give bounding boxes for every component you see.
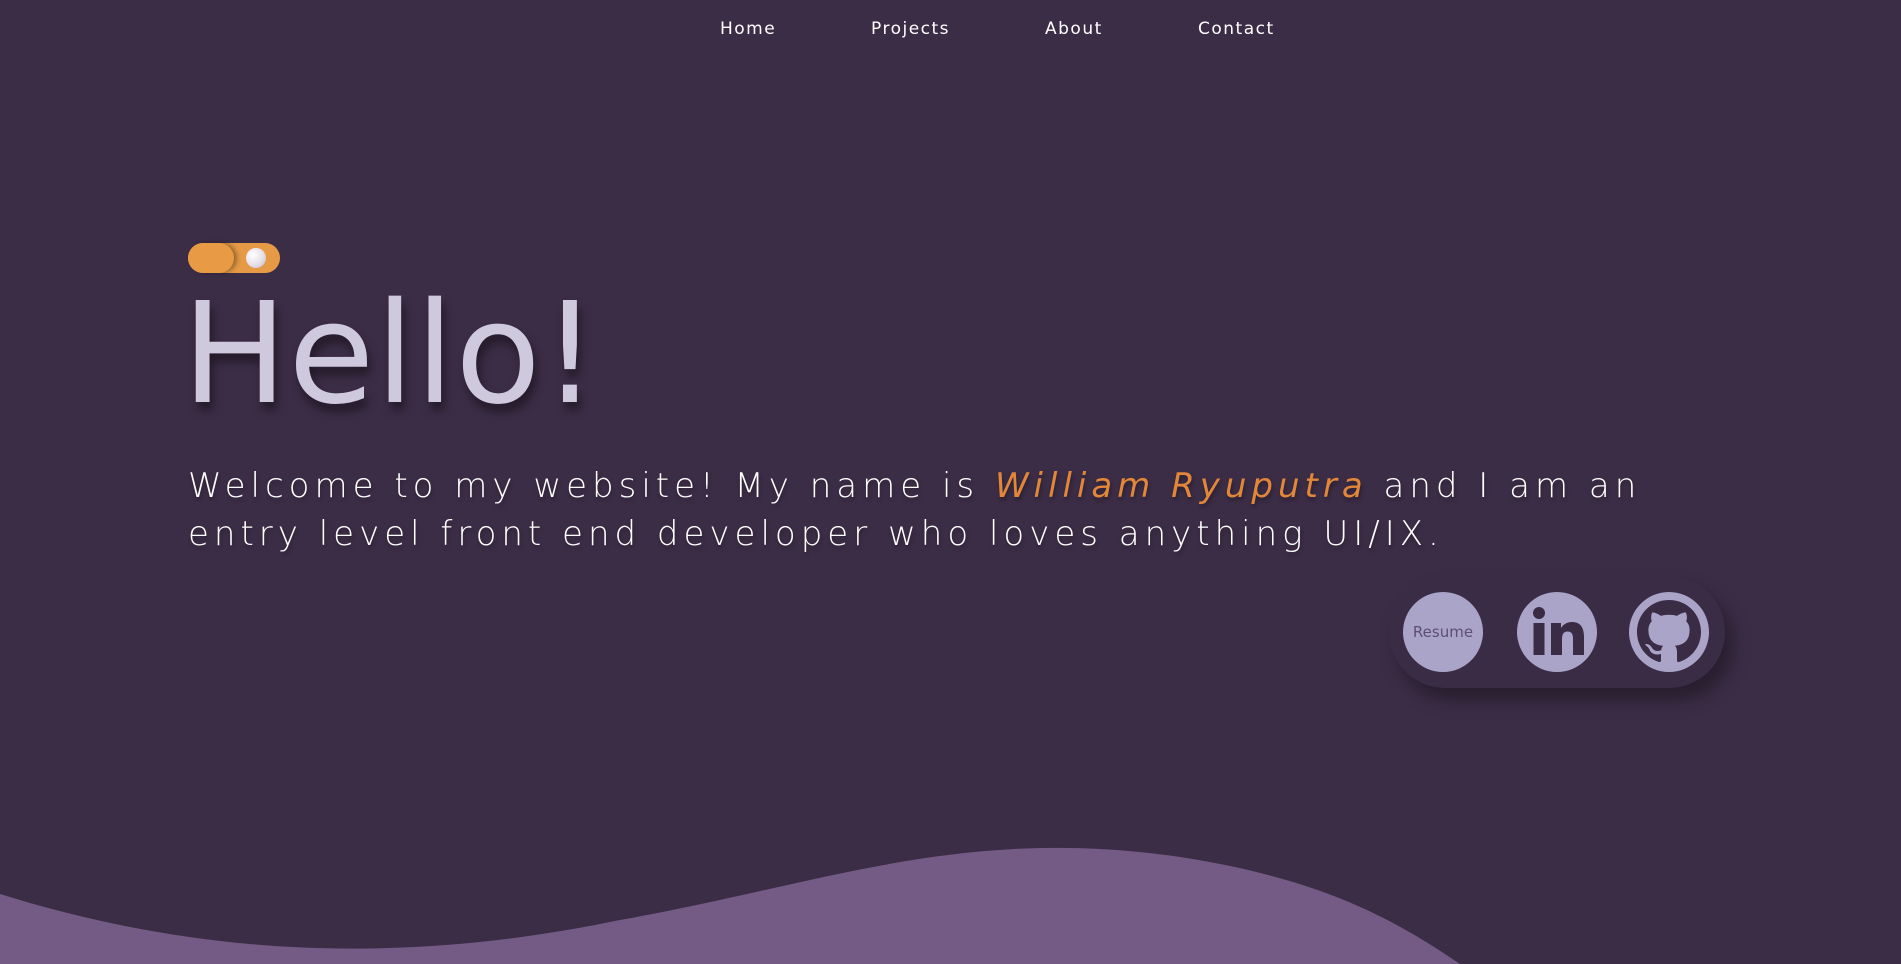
author-name: William Ryuputra	[994, 466, 1368, 506]
github-icon	[1637, 600, 1701, 663]
decorative-wave	[0, 847, 1460, 964]
intro-text-before: Welcome to my website! My name is	[188, 466, 995, 506]
toggle-knob	[188, 243, 234, 273]
resume-label: Resume	[1412, 623, 1474, 641]
nav-about-link[interactable]: About	[1045, 19, 1103, 39]
nav-projects-link[interactable]: Projects	[871, 19, 950, 39]
github-button[interactable]	[1629, 592, 1709, 672]
hero-intro: Welcome to my website! My name is Willia…	[188, 462, 1708, 558]
nav-contact-link[interactable]: Contact	[1198, 19, 1275, 39]
moon-icon	[246, 248, 266, 268]
linkedin-button[interactable]	[1517, 592, 1597, 672]
theme-toggle[interactable]	[188, 243, 280, 273]
resume-button[interactable]: Resume	[1403, 592, 1483, 672]
main-nav: Home Projects About Contact	[0, 0, 1901, 60]
nav-home-link[interactable]: Home	[720, 19, 776, 39]
hero-title: Hello!	[182, 273, 599, 436]
social-links: Resume	[1389, 576, 1725, 688]
linkedin-icon	[1533, 607, 1584, 655]
